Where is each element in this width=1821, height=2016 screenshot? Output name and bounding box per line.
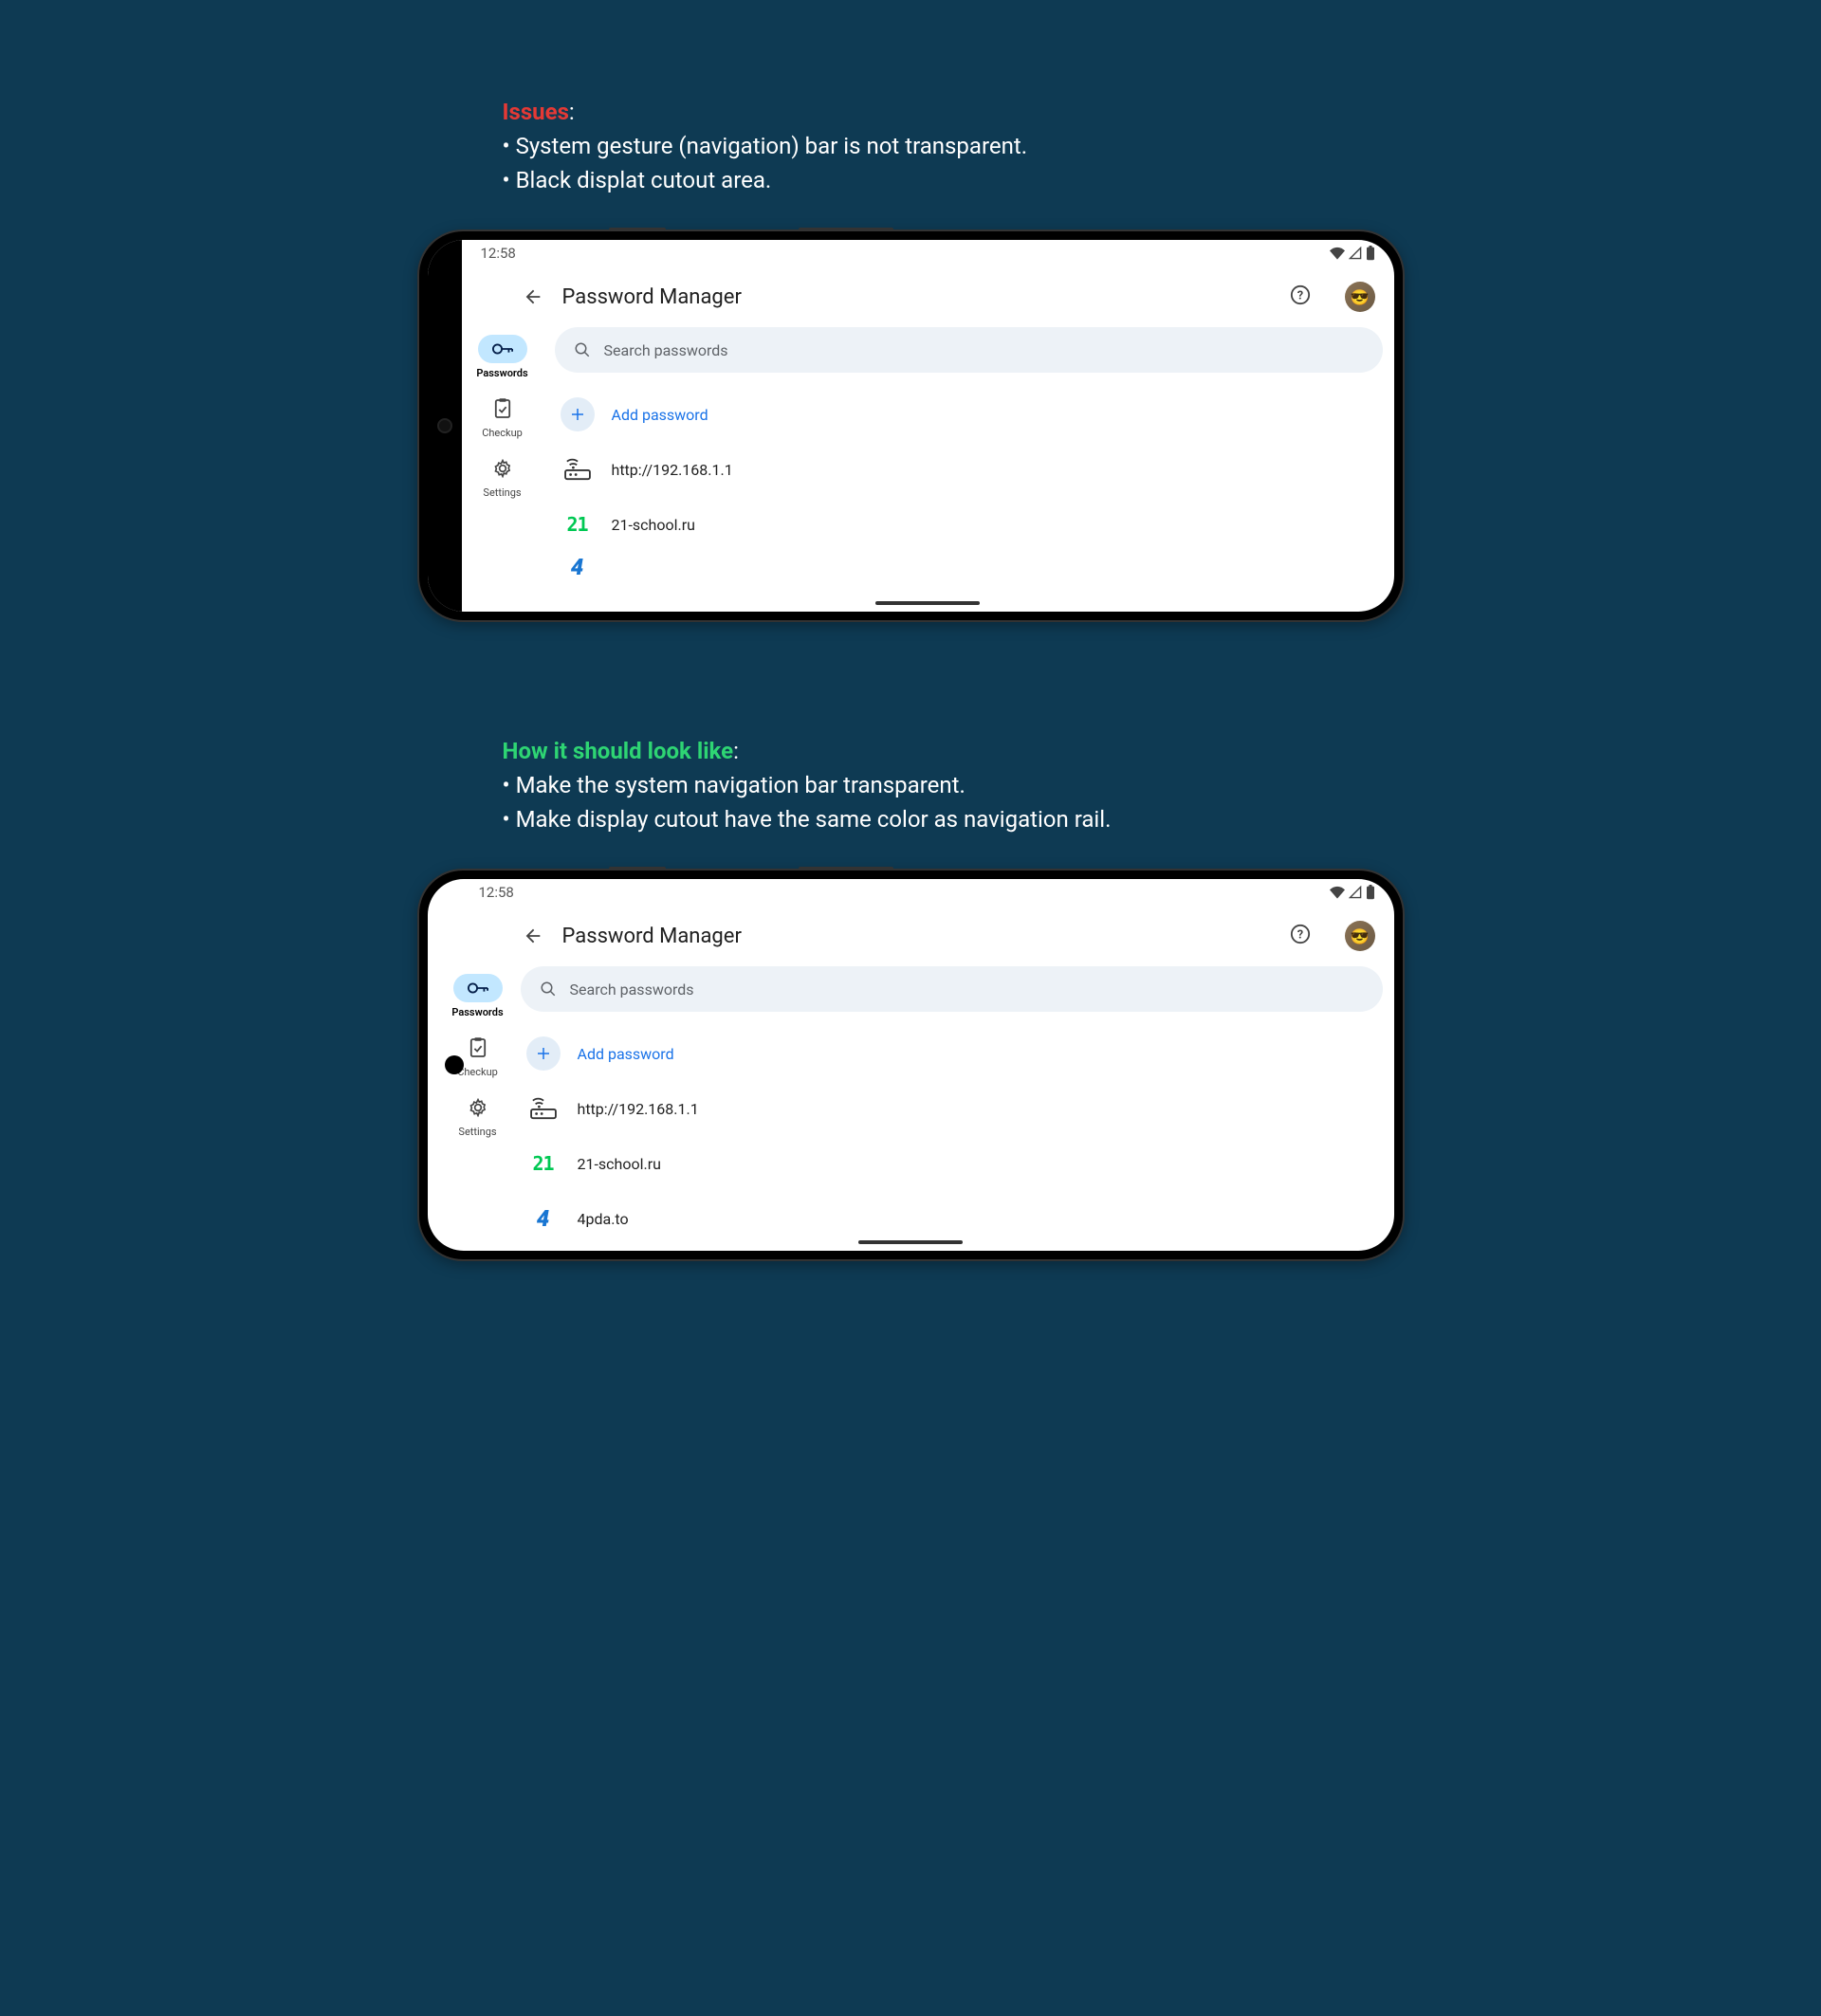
add-password-button[interactable]: Add password	[555, 388, 1383, 441]
nav-settings-label: Settings	[483, 486, 521, 499]
camera-cutout	[439, 420, 451, 431]
issues-title: Issues	[503, 99, 569, 125]
avatar[interactable]: 😎	[1345, 282, 1375, 312]
wifi-icon	[1330, 247, 1345, 260]
main-content: Search passwords Add password http://192…	[509, 966, 1394, 1251]
main-content: Search passwords Add password http://192…	[543, 327, 1394, 612]
search-icon	[540, 981, 557, 998]
cutout-bar-black	[428, 240, 462, 612]
search-input[interactable]: Search passwords	[555, 327, 1383, 373]
password-item-router[interactable]: http://192.168.1.1	[521, 1082, 1383, 1135]
password-item-partial[interactable]	[555, 553, 1383, 581]
howto-section: How it should look like: • Make the syst…	[419, 734, 1403, 1259]
router-label: http://192.168.1.1	[578, 1100, 699, 1118]
nav-checkup-label: Checkup	[482, 427, 523, 439]
4pda-icon	[561, 553, 595, 581]
nav-settings[interactable]: Settings	[453, 1093, 503, 1138]
howto-text: How it should look like: • Make the syst…	[419, 734, 1403, 836]
nav-passwords-label: Passwords	[476, 367, 527, 379]
add-password-button[interactable]: Add password	[521, 1027, 1383, 1080]
password-item-4pda[interactable]: 4pda.to	[521, 1192, 1383, 1245]
issues-text: Issues: • System gesture (navigation) ba…	[419, 95, 1403, 197]
signal-icon	[1349, 886, 1362, 899]
phone-frame-bad: 12:58 Password Manager ? 😎	[419, 231, 1403, 620]
gesture-bar-transparent[interactable]	[858, 1240, 963, 1244]
router-label: http://192.168.1.1	[612, 461, 733, 479]
clipboard-icon	[469, 1037, 487, 1058]
nav-settings-label: Settings	[458, 1126, 496, 1138]
nav-passwords-label: Passwords	[451, 1006, 503, 1018]
help-button[interactable]: ?	[1290, 924, 1311, 948]
plus-icon	[535, 1045, 552, 1062]
21school-label: 21-school.ru	[612, 516, 695, 534]
svg-text:?: ?	[1297, 928, 1302, 943]
issue-bullet-2: • Black displat cutout area.	[503, 167, 772, 193]
svg-text:?: ?	[1297, 289, 1302, 303]
status-bar: 12:58	[428, 879, 1394, 906]
app-header: Password Manager ? 😎	[462, 266, 1394, 327]
password-item-21school[interactable]: 21 21-school.ru	[521, 1137, 1383, 1190]
search-icon	[574, 341, 591, 358]
issue-bullet-1: • System gesture (navigation) bar is not…	[503, 133, 1028, 159]
add-password-label: Add password	[578, 1045, 674, 1063]
howto-bullet-2: • Make display cutout have the same colo…	[503, 806, 1112, 833]
key-icon	[492, 343, 513, 355]
status-time: 12:58	[479, 884, 514, 901]
app-header: Password Manager ? 😎	[428, 906, 1394, 966]
page-title: Password Manager	[562, 925, 1271, 948]
21school-label: 21-school.ru	[578, 1155, 661, 1173]
gesture-bar[interactable]	[875, 601, 980, 605]
nav-checkup[interactable]: Checkup	[478, 394, 527, 439]
nav-passwords[interactable]: Passwords	[476, 335, 527, 379]
wifi-icon	[1330, 886, 1345, 899]
howto-title: How it should look like	[503, 738, 734, 764]
nav-settings[interactable]: Settings	[478, 454, 527, 499]
nav-passwords[interactable]: Passwords	[451, 974, 503, 1018]
clipboard-icon	[494, 398, 511, 419]
key-icon	[468, 982, 488, 994]
status-icons	[1330, 885, 1375, 900]
password-item-router[interactable]: http://192.168.1.1	[555, 443, 1383, 496]
status-time: 12:58	[481, 245, 516, 262]
21school-icon: 21	[561, 507, 595, 541]
21school-icon: 21	[526, 1146, 561, 1181]
gear-icon	[469, 1098, 487, 1117]
status-icons	[1330, 246, 1375, 261]
page-title: Password Manager	[562, 285, 1271, 309]
4pda-label: 4pda.to	[578, 1210, 629, 1228]
router-icon	[526, 1091, 561, 1126]
4pda-icon	[526, 1201, 561, 1236]
password-item-21school[interactable]: 21 21-school.ru	[555, 498, 1383, 551]
nav-rail: Passwords Checkup Settings	[462, 327, 543, 612]
search-placeholder: Search passwords	[604, 341, 728, 359]
router-icon	[561, 452, 595, 486]
battery-icon	[1366, 885, 1375, 900]
back-button[interactable]	[523, 286, 543, 307]
add-password-label: Add password	[612, 406, 708, 424]
help-button[interactable]: ?	[1290, 284, 1311, 309]
plus-icon	[569, 406, 586, 423]
issues-section: Issues: • System gesture (navigation) ba…	[419, 95, 1403, 620]
search-placeholder: Search passwords	[570, 981, 694, 999]
back-button[interactable]	[523, 926, 543, 946]
search-input[interactable]: Search passwords	[521, 966, 1383, 1012]
camera-cutout-transparent	[445, 1055, 464, 1074]
gear-icon	[493, 459, 512, 478]
phone-frame-good: 12:58 Password Manager ? 😎	[419, 871, 1403, 1259]
nav-checkup-label: Checkup	[457, 1066, 498, 1078]
avatar[interactable]: 😎	[1345, 921, 1375, 951]
status-bar: 12:58	[462, 240, 1394, 266]
signal-icon	[1349, 247, 1362, 260]
howto-bullet-1: • Make the system navigation bar transpa…	[503, 772, 966, 798]
battery-icon	[1366, 246, 1375, 261]
nav-rail: Passwords Checkup Settings	[428, 966, 509, 1251]
